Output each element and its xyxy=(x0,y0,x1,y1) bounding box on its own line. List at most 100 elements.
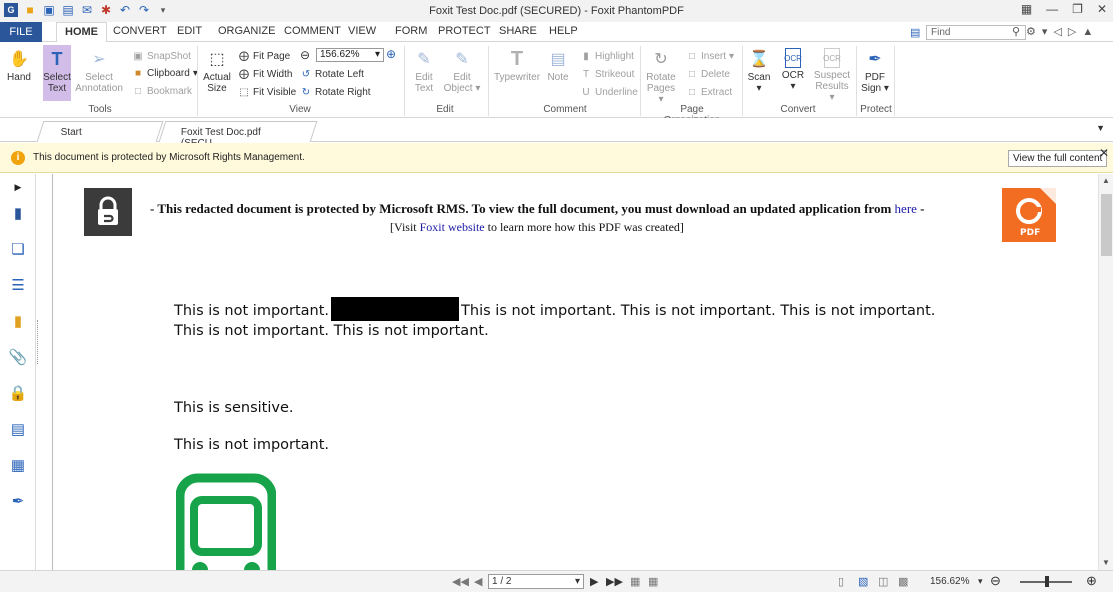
highlight-button[interactable]: ▮ Highlight xyxy=(580,50,634,62)
tab-convert[interactable]: CONVERT xyxy=(113,25,167,37)
minimize-button[interactable]: — xyxy=(1046,2,1058,16)
fit-width-button[interactable]: ⨁ Fit Width xyxy=(238,68,292,80)
restore-button[interactable]: ❐ xyxy=(1072,2,1083,16)
snapshot-button[interactable]: ▣ SnapShot xyxy=(132,50,191,62)
view-full-content-button[interactable]: View the full content xyxy=(1008,150,1108,167)
expand-panel-icon[interactable]: ▶ xyxy=(9,178,27,196)
clipboard-button[interactable]: ■ Clipboard ▾ xyxy=(132,67,198,79)
tab-view[interactable]: VIEW xyxy=(348,25,376,37)
rotate-right-button[interactable]: ↻ Rotate Right xyxy=(300,86,371,98)
actual-size-button[interactable]: ⬚ Actual Size xyxy=(202,48,232,94)
signatures-icon[interactable]: ✒ xyxy=(9,492,27,510)
next-page-icon[interactable]: ▶ xyxy=(590,575,598,588)
subline-prefix: [Visit xyxy=(390,220,417,234)
continuous-page-icon[interactable]: ▧ xyxy=(858,575,868,588)
headline-suffix: - xyxy=(920,201,925,216)
form-fields-icon[interactable]: ▦ xyxy=(9,456,27,474)
paragraph-1-part-b: This is not important. This is not impor… xyxy=(461,303,936,319)
pages-icon[interactable]: ❏ xyxy=(9,240,27,258)
previous-page-icon[interactable]: ◀ xyxy=(474,575,482,588)
comments-icon[interactable]: ▮ xyxy=(9,312,27,330)
zoom-level-select[interactable]: 156.62% ▾ xyxy=(316,48,384,62)
typewriter-button[interactable]: T Typewriter xyxy=(492,48,542,84)
layers-icon[interactable]: ☰ xyxy=(9,276,27,294)
insert-button[interactable]: □ Insert ▾ xyxy=(686,50,734,62)
ribbon-home: ✋ Hand T Select Text ➢ Select Annotation… xyxy=(0,42,1113,126)
facing-page-icon[interactable]: ◫ xyxy=(878,575,888,588)
bookmark-button[interactable]: □ Bookmark xyxy=(132,85,192,97)
edit-text-label-1: Edit xyxy=(415,72,433,83)
scrollbar-thumb[interactable] xyxy=(1101,194,1112,256)
page-number-input[interactable]: 1 / 2 ▾ xyxy=(488,574,584,589)
fit-visible-button[interactable]: ⬚ Fit Visible xyxy=(238,86,296,98)
tab-start[interactable]: Start xyxy=(36,121,164,142)
single-page-icon[interactable]: ▯ xyxy=(838,575,844,588)
tab-home[interactable]: HOME xyxy=(56,22,107,43)
zoom-out-icon[interactable]: ⊖ xyxy=(990,573,1001,589)
tab-file[interactable]: FILE xyxy=(0,22,42,42)
hand-button[interactable]: ✋ Hand xyxy=(6,48,32,83)
select-text-button[interactable]: T Select Text xyxy=(43,45,71,101)
file-info-icon[interactable]: ▤ xyxy=(9,420,27,438)
tabs-menu-icon[interactable]: ▼ xyxy=(1096,123,1105,133)
ocr-button[interactable]: OCR OCR ▾ xyxy=(780,48,806,92)
close-notification-icon[interactable]: ✕ xyxy=(1099,146,1109,160)
last-page-icon[interactable]: ▶▶ xyxy=(606,575,623,588)
rotate-pages-button[interactable]: ↻ Rotate Pages ▾ xyxy=(644,48,678,105)
previous-view-icon[interactable]: ▦ xyxy=(630,575,640,588)
edit-object-button[interactable]: ✎ Edit Object ▾ xyxy=(442,48,482,94)
subline-suffix: to learn more how this PDF was created] xyxy=(487,220,684,234)
zoom-slider-handle[interactable] xyxy=(1045,576,1049,587)
tab-share[interactable]: SHARE xyxy=(499,25,537,37)
tab-protect[interactable]: PROTECT xyxy=(438,25,491,37)
next-view-icon[interactable]: ▦ xyxy=(648,575,658,588)
rotate-right-label: Rotate Right xyxy=(315,86,371,98)
tab-comment[interactable]: COMMENT xyxy=(284,25,341,37)
find-tool-icon[interactable]: ▤ xyxy=(910,26,920,39)
zoom-in-icon[interactable]: ⊕ xyxy=(386,47,396,61)
first-page-icon[interactable]: ◀◀ xyxy=(452,575,469,588)
strikeout-button[interactable]: T Strikeout xyxy=(580,68,635,80)
select-text-label-1: Select xyxy=(43,72,71,83)
rotate-left-button[interactable]: ↺ Rotate Left xyxy=(300,68,364,80)
group-divider xyxy=(404,46,405,116)
tab-help[interactable]: HELP xyxy=(549,25,578,37)
underline-button[interactable]: U Underline xyxy=(580,86,637,98)
extract-button[interactable]: □ Extract xyxy=(686,86,732,98)
tab-form[interactable]: FORM xyxy=(395,25,427,37)
suspect-results-button[interactable]: OCR Suspect Results ▾ xyxy=(812,48,852,103)
vertical-scrollbar[interactable]: ▲ ▼ xyxy=(1098,174,1113,570)
edit-text-button[interactable]: ✎ Edit Text xyxy=(410,48,438,94)
panel-resize-handle[interactable] xyxy=(37,320,39,364)
scan-button[interactable]: ⌛ Scan ▾ xyxy=(746,48,772,94)
tab-edit[interactable]: EDIT xyxy=(177,25,202,37)
bookmarks-icon[interactable]: ▮ xyxy=(9,204,27,222)
ribbon-display-icon[interactable]: ▦ xyxy=(1021,2,1032,16)
select-annotation-button[interactable]: ➢ Select Annotation xyxy=(74,48,124,94)
security-lock-icon[interactable]: 🔒 xyxy=(9,384,28,402)
fit-page-label: Fit Page xyxy=(253,50,291,62)
delete-button[interactable]: □ Delete xyxy=(686,68,730,80)
search-options[interactable]: ⚲⚙▾◁▷▲ xyxy=(1012,25,1099,38)
download-link[interactable]: here xyxy=(895,201,917,216)
fit-page-button[interactable]: ⨁ Fit Page xyxy=(238,50,290,62)
foxit-website-link[interactable]: Foxit website xyxy=(420,220,485,234)
close-button[interactable]: ✕ xyxy=(1097,2,1107,16)
title-bar: G ■ ▣ ▤ ✉ ✱ ↶ ↷ ▾ Foxit Test Doc.pdf (SE… xyxy=(0,0,1113,22)
tab-organize[interactable]: ORGANIZE xyxy=(218,25,275,37)
bookmark-icon: □ xyxy=(134,85,142,97)
scroll-up-icon[interactable]: ▲ xyxy=(1102,176,1110,185)
note-button[interactable]: ▤ Note xyxy=(545,48,571,83)
edit-text-label-2: Text xyxy=(414,83,434,94)
continuous-facing-icon[interactable]: ▩ xyxy=(898,575,908,588)
scroll-down-icon[interactable]: ▼ xyxy=(1102,558,1110,567)
zoom-in-icon[interactable]: ⊕ xyxy=(1086,573,1097,589)
find-input[interactable]: Find xyxy=(926,25,1026,40)
tab-document[interactable]: Foxit Test Doc.pdf (SECU...✕ xyxy=(158,121,318,160)
attachments-icon[interactable]: 📎 xyxy=(9,348,28,366)
insert-icon: □ xyxy=(688,50,696,62)
zoom-out-icon[interactable]: ⊖ xyxy=(300,48,310,62)
navigation-panel: ▶ ▮ ❏ ☰ ▮ 📎 🔒 ▤ ▦ ✒ xyxy=(0,174,36,570)
zoom-options-icon[interactable]: ▾ xyxy=(978,576,983,587)
pdf-sign-button[interactable]: ✒ PDF Sign ▾ xyxy=(861,48,889,94)
